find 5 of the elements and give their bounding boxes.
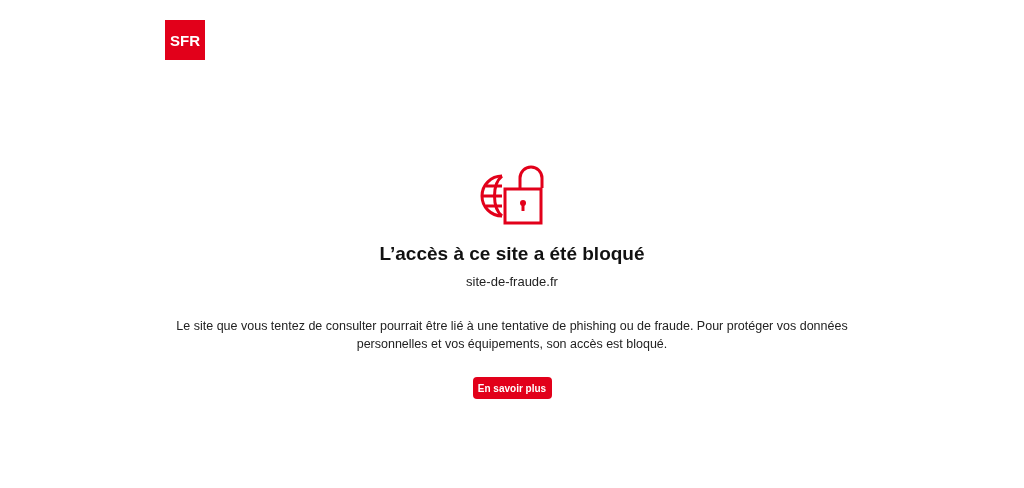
warning-message: Le site que vous tentez de consulter pourrait être lié à une tentative de phishing ou de fraude. Pour protéger vos données personnelles et vos équipements, son accès est bloqué. (175, 318, 849, 353)
learn-more-button[interactable]: En savoir plus (472, 377, 552, 399)
brand-logo: SFR (165, 20, 205, 60)
site-url: site-de-fraude.fr (466, 272, 558, 291)
page-title: L’accès à ce site a été bloqué (379, 242, 645, 266)
